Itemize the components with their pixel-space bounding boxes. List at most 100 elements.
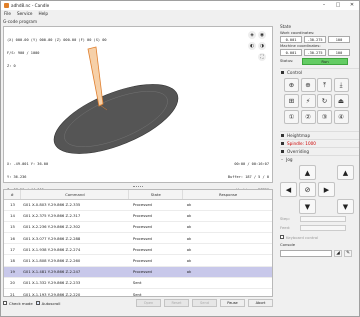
check-mode-label: Check mode bbox=[9, 300, 33, 306]
gcode-table: # Command State Response 13 G01 X-0.803 Y… bbox=[3, 189, 273, 297]
unlock-icon[interactable]: ⏏ bbox=[333, 94, 349, 108]
row-number: 13 bbox=[4, 199, 21, 211]
heightmap-section-header[interactable]: Heightmap bbox=[280, 131, 359, 139]
restore-origin-icon[interactable]: ⤒ bbox=[317, 78, 332, 92]
jog-step-select[interactable] bbox=[300, 216, 346, 222]
table-row[interactable]: 13 G01 X-0.803 Y-29.866 Z-2.335 Processed o… bbox=[4, 199, 272, 211]
overriding-section-header[interactable]: Overriding bbox=[280, 147, 359, 155]
zero-xy-icon[interactable]: ⊕ bbox=[300, 78, 316, 92]
column-header-state[interactable]: State bbox=[128, 190, 184, 200]
send-command-icon[interactable]: ◢ bbox=[334, 250, 342, 257]
user-command-3-icon[interactable]: ③ bbox=[317, 110, 332, 124]
table-row[interactable]: 18 G01 X-1.808 Y-29.866 Z-2.260 Processed o… bbox=[4, 254, 272, 267]
row-state: Processed bbox=[128, 266, 183, 278]
view-iso-icon[interactable]: ◈ bbox=[248, 31, 256, 39]
home-icon[interactable]: ⊕ bbox=[284, 78, 299, 92]
column-header-response[interactable]: Response bbox=[182, 190, 272, 200]
menu-service[interactable]: Service bbox=[17, 11, 32, 16]
reset-icon[interactable]: ↻ bbox=[317, 94, 332, 108]
menu-bar: File Service Help bbox=[1, 10, 359, 17]
row-response bbox=[182, 277, 272, 290]
machine-coordinates: 0.001 -30.275 100 bbox=[280, 49, 359, 56]
menu-help[interactable]: Help bbox=[39, 11, 49, 16]
table-row[interactable]: 15 G01 X-2.236 Y-29.866 Z-2.302 Processed o… bbox=[4, 221, 272, 234]
status-row: Status: Run bbox=[280, 57, 359, 65]
row-response: ok bbox=[182, 199, 272, 211]
jog-y-minus-icon[interactable]: ▼ bbox=[299, 199, 316, 214]
control-buttons: ⊕ ⊕ ⤒ ⤓ ⊞ ⚡ ↻ ⏏ ① ② ③ ④ bbox=[284, 78, 352, 126]
table-row[interactable]: 16 G01 X-3.077 Y-29.866 Z-2.288 Processed o… bbox=[4, 232, 272, 245]
work-x: 0.001 bbox=[280, 36, 302, 43]
view-top-icon[interactable]: ◉ bbox=[258, 31, 266, 39]
pause-button[interactable]: Pause bbox=[220, 299, 245, 307]
jog-y-plus-icon[interactable]: ▲ bbox=[299, 165, 316, 180]
abort-button[interactable]: Abort bbox=[248, 299, 273, 307]
status-badge: Run bbox=[302, 57, 348, 65]
app-icon bbox=[4, 3, 9, 8]
table-row[interactable]: 21 G01 X-1.193 Y-29.866 Z-2.220 Sent bbox=[4, 288, 272, 296]
check-mode-checkbox[interactable]: Check mode bbox=[3, 301, 33, 306]
maximize-button[interactable]: □ bbox=[331, 1, 345, 10]
row-number: 21 bbox=[4, 288, 21, 296]
row-command: G01 X-2.375 Y-29.866 Z-2.317 bbox=[20, 210, 129, 222]
column-header-command[interactable]: Command bbox=[20, 190, 130, 200]
autoscroll-checkbox[interactable]: Autoscroll bbox=[35, 301, 60, 306]
jog-x-plus-icon[interactable]: ▶ bbox=[318, 182, 335, 197]
jog-step-row: Step: bbox=[280, 215, 359, 223]
main-window: adhd8.nc - Candle – □ ✕ File Service Hel… bbox=[0, 0, 360, 317]
spindle-section-header[interactable]: Spindle: 1000 bbox=[280, 139, 359, 147]
row-command: G01 X-1.808 Y-29.866 Z-2.260 bbox=[20, 254, 129, 267]
table-row-selected[interactable]: 19 G01 X-1.481 Y-29.866 Z-2.247 Processed o… bbox=[4, 266, 272, 278]
state-group-title: State bbox=[280, 24, 292, 29]
row-number: 19 bbox=[4, 266, 21, 278]
send-button[interactable]: Send bbox=[192, 299, 217, 307]
keyboard-control-label: Keyboard control bbox=[286, 234, 319, 240]
safe-position-icon[interactable]: ⊞ bbox=[284, 94, 299, 108]
work-y: -30.275 bbox=[304, 36, 326, 43]
close-button[interactable]: ✕ bbox=[345, 1, 359, 10]
jog-x-minus-icon[interactable]: ◀ bbox=[280, 182, 297, 197]
open-button[interactable]: Open bbox=[136, 299, 161, 307]
jog-z-plus-icon[interactable]: ▲ bbox=[337, 165, 354, 180]
jog-feed-row: Feed: bbox=[280, 224, 359, 232]
control-section-header[interactable]: Control bbox=[280, 68, 359, 76]
probe-icon[interactable]: ⚡ bbox=[300, 94, 316, 108]
jog-title: Jog bbox=[286, 157, 293, 162]
console-input[interactable] bbox=[280, 250, 332, 257]
user-command-2-icon[interactable]: ② bbox=[300, 110, 316, 124]
row-state: Sent bbox=[128, 277, 183, 290]
info-line: X: -49.001 Y: 36.00 bbox=[7, 162, 49, 167]
row-command: G01 X-3.077 Y-29.866 Z-2.288 bbox=[20, 232, 129, 245]
row-command: G01 X-1.481 Y-29.866 Z-2.247 bbox=[20, 266, 129, 278]
jog-section-header[interactable]: – Jog bbox=[280, 155, 359, 163]
row-number: 18 bbox=[4, 254, 21, 267]
machine-y: -30.275 bbox=[304, 49, 326, 56]
fit-view-icon[interactable]: ⛶ bbox=[258, 53, 266, 61]
jog-feed-select[interactable] bbox=[300, 225, 346, 231]
view-left-icon[interactable]: ◑ bbox=[258, 42, 266, 50]
zero-z-icon[interactable]: ⤓ bbox=[333, 78, 349, 92]
jog-stop-icon[interactable]: ⊘ bbox=[299, 182, 316, 197]
view-front-icon[interactable]: ◐ bbox=[248, 42, 256, 50]
user-command-4-icon[interactable]: ④ bbox=[333, 110, 349, 124]
clear-console-icon[interactable]: ✎ bbox=[344, 250, 352, 257]
visualizer-view[interactable]: (X) 000.00 (Y) 000.00 (Z) 000.00 (F) 00 … bbox=[3, 26, 273, 204]
row-number: 20 bbox=[4, 277, 21, 290]
reset-button[interactable]: Reset bbox=[164, 299, 189, 307]
keyboard-control-checkbox[interactable]: Keyboard control bbox=[280, 235, 318, 240]
column-header-number[interactable]: # bbox=[4, 190, 22, 200]
jog-z-minus-icon[interactable]: ▼ bbox=[337, 199, 354, 214]
row-response: ok bbox=[182, 243, 272, 256]
user-command-1-icon[interactable]: ① bbox=[284, 110, 299, 124]
minimize-button[interactable]: – bbox=[317, 1, 331, 10]
work-z: 100 bbox=[328, 36, 350, 43]
menu-file[interactable]: File bbox=[4, 11, 11, 16]
row-response: ok bbox=[182, 266, 272, 278]
table-row[interactable]: 17 G01 X-1.938 Y-29.866 Z-2.274 Processed o… bbox=[4, 243, 272, 256]
table-row[interactable]: 14 G01 X-2.375 Y-29.866 Z-2.317 Processed o… bbox=[4, 210, 272, 222]
row-state: Processed bbox=[128, 221, 183, 234]
console-row: ◢ ✎ bbox=[280, 250, 359, 257]
gcode-program-title: G-code program bbox=[3, 19, 38, 24]
control-title: Control bbox=[287, 70, 303, 75]
table-row[interactable]: 20 G01 X-1.332 Y-29.866 Z-2.233 Sent bbox=[4, 277, 272, 290]
